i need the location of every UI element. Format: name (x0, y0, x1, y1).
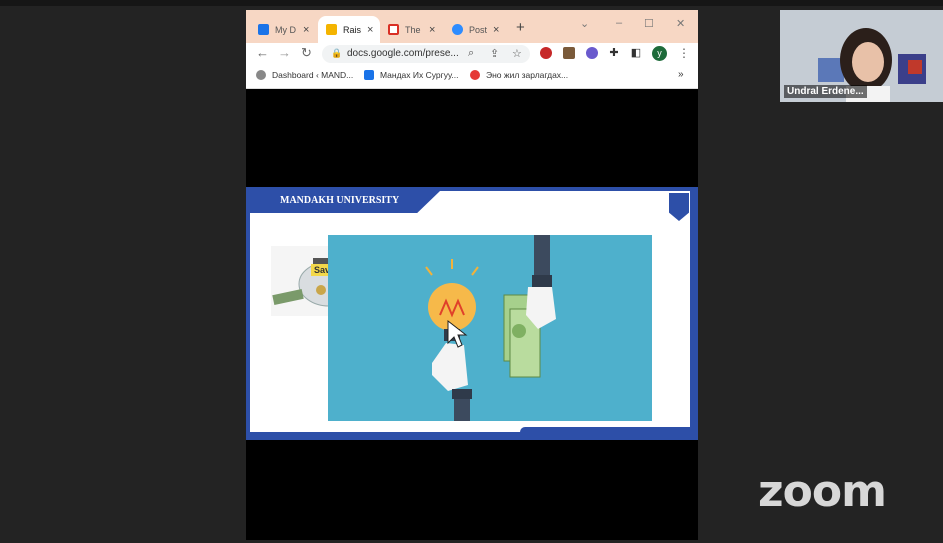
bookmarks-bar: Dashboard ‹ MAND... Мандах Их Сургуу... … (246, 65, 698, 89)
back-arrow-icon[interactable]: ← (256, 45, 269, 60)
tab-title: The F (405, 24, 423, 35)
bookmark-label: Dashboard ‹ MAND... (272, 70, 354, 80)
tab-strip: My D × Raise × The F × Post × + ⌄ – ☐ ✕ (246, 10, 698, 43)
bookmark-item[interactable]: Dashboard ‹ MAND... (256, 70, 353, 80)
google-slides-icon (326, 24, 337, 35)
slide-canvas: MANDAKH UNIVERSITY Savings (250, 191, 690, 432)
menu-icon[interactable]: ⋮ (678, 46, 690, 60)
calendar-icon (364, 70, 374, 80)
maximize-button[interactable]: ☐ (644, 17, 654, 30)
zoom-logo: zoom (758, 466, 887, 517)
top-edge (0, 0, 943, 6)
participant-video-tile[interactable]: Undral Erdene... (780, 10, 943, 102)
tab-drive[interactable]: My D × (250, 16, 318, 43)
illustration-graphic (425, 235, 556, 421)
tab-slides[interactable]: Raise × (318, 16, 380, 43)
tab-zoom[interactable]: Post × (444, 16, 508, 43)
tab-gmail[interactable]: The F × (380, 16, 444, 43)
close-window-button[interactable]: ✕ (676, 17, 685, 30)
tab-title: Raise (343, 24, 361, 35)
share-icon[interactable]: ⇪ (490, 47, 499, 60)
bookmark-star-icon[interactable]: ☆ (512, 47, 522, 60)
wordpress-icon (256, 70, 266, 80)
idea-money-illustration (328, 235, 652, 421)
extensions-puzzle-icon[interactable]: ✚ (608, 47, 620, 59)
bookmark-label: Эно жил зарлагдах... (486, 70, 569, 80)
new-tab-button[interactable]: + (516, 19, 525, 36)
gmail-icon (388, 24, 399, 35)
zoom-magnifier-icon[interactable]: ⌕ (468, 47, 474, 60)
bookmark-item[interactable]: Эно жил зарлагдах... (470, 70, 568, 80)
slide-bottom-accent (520, 427, 690, 432)
tab-title: My D (275, 24, 296, 35)
extension-hat-icon[interactable] (563, 47, 575, 59)
close-tab-icon[interactable]: × (493, 24, 499, 36)
close-tab-icon[interactable]: × (303, 24, 309, 36)
address-bar[interactable]: 🔒 docs.google.com/prese... ⌕ ⇪ ☆ (322, 45, 530, 63)
url-text: docs.google.com/prese... (347, 48, 459, 59)
minimize-button[interactable]: – (616, 17, 622, 29)
university-crest-logo (669, 193, 689, 221)
participant-name: Undral Erdene... (784, 85, 867, 98)
google-drive-icon (258, 24, 269, 35)
reload-icon[interactable]: ↻ (301, 45, 312, 61)
banner-title: MANDAKH UNIVERSITY (280, 195, 400, 206)
browser-toolbar: ← → ↻ 🔒 docs.google.com/prese... ⌕ ⇪ ☆ ✚… (246, 43, 698, 65)
close-tab-icon[interactable]: × (429, 24, 435, 36)
bookmark-item[interactable]: Мандах Их Сургуу... (364, 70, 458, 80)
red-diamond-icon (470, 70, 480, 80)
tab-search-icon[interactable]: ⌄ (580, 17, 589, 30)
profile-avatar[interactable]: y (652, 46, 667, 61)
shared-browser-window: My D × Raise × The F × Post × + ⌄ – ☐ ✕ … (246, 10, 698, 540)
lock-icon: 🔒 (331, 48, 343, 58)
bookmarks-overflow-button[interactable]: » (678, 69, 684, 80)
forward-arrow-icon[interactable]: → (278, 45, 291, 60)
zoom-icon (452, 24, 463, 35)
side-panel-icon[interactable]: ◧ (630, 47, 642, 59)
bookmark-label: Мандах Их Сургуу... (380, 70, 459, 80)
extension-shield-icon[interactable] (540, 47, 552, 59)
extension-gear-icon[interactable] (586, 47, 598, 59)
tab-title: Post (469, 24, 487, 35)
close-tab-icon[interactable]: × (367, 24, 373, 36)
presentation-slide: MANDAKH UNIVERSITY Savings (246, 187, 698, 440)
